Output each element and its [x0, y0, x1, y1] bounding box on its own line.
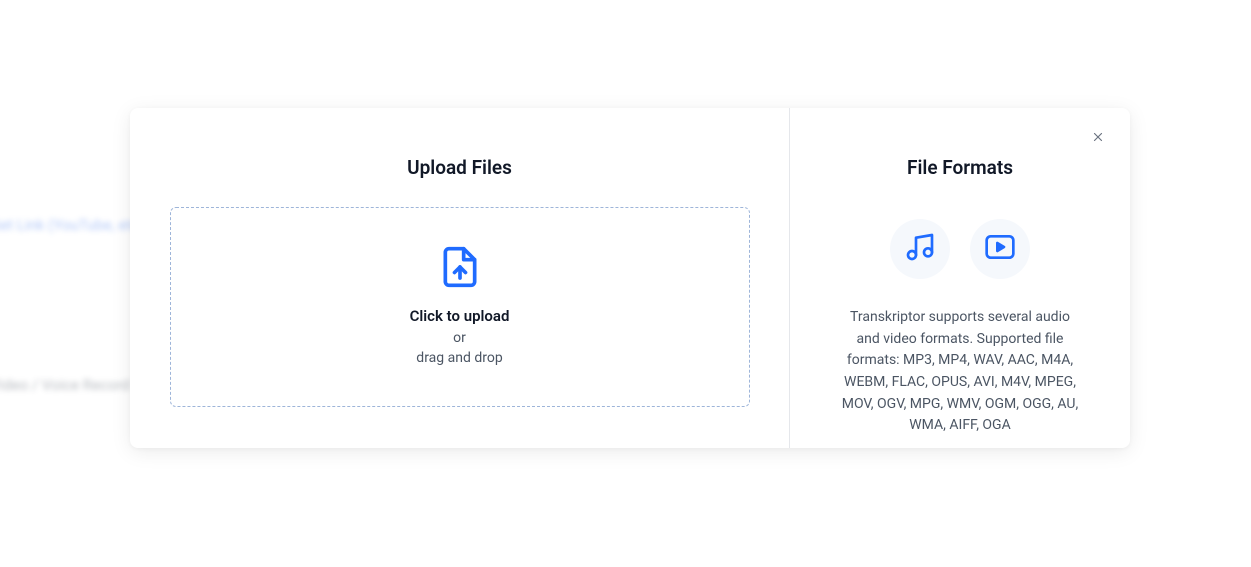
formats-description: Transkriptor supports several audio and …: [838, 307, 1082, 437]
file-upload-icon: [438, 245, 482, 289]
dropzone-or-label: or: [453, 329, 466, 349]
background-blur-text: Get Link (YouTube, etc.): [0, 216, 148, 234]
video-format-badge: [970, 219, 1030, 279]
upload-title: Upload Files: [407, 156, 512, 179]
close-button[interactable]: [1086, 126, 1110, 150]
dropzone-click-label: Click to upload: [410, 307, 510, 325]
formats-panel: File Formats: [790, 108, 1130, 448]
upload-panel: Upload Files Click to upload or drag and…: [130, 108, 790, 448]
dropzone-drag-label: drag and drop: [416, 349, 502, 369]
video-icon: [984, 231, 1016, 267]
background-blur-text: Video / Voice Record: [0, 376, 130, 394]
music-icon: [904, 231, 936, 267]
audio-format-badge: [890, 219, 950, 279]
close-icon: [1091, 130, 1105, 147]
formats-title: File Formats: [907, 156, 1013, 179]
format-icons-row: [890, 219, 1030, 279]
upload-modal: Upload Files Click to upload or drag and…: [130, 108, 1130, 448]
upload-dropzone[interactable]: Click to upload or drag and drop: [170, 207, 750, 407]
